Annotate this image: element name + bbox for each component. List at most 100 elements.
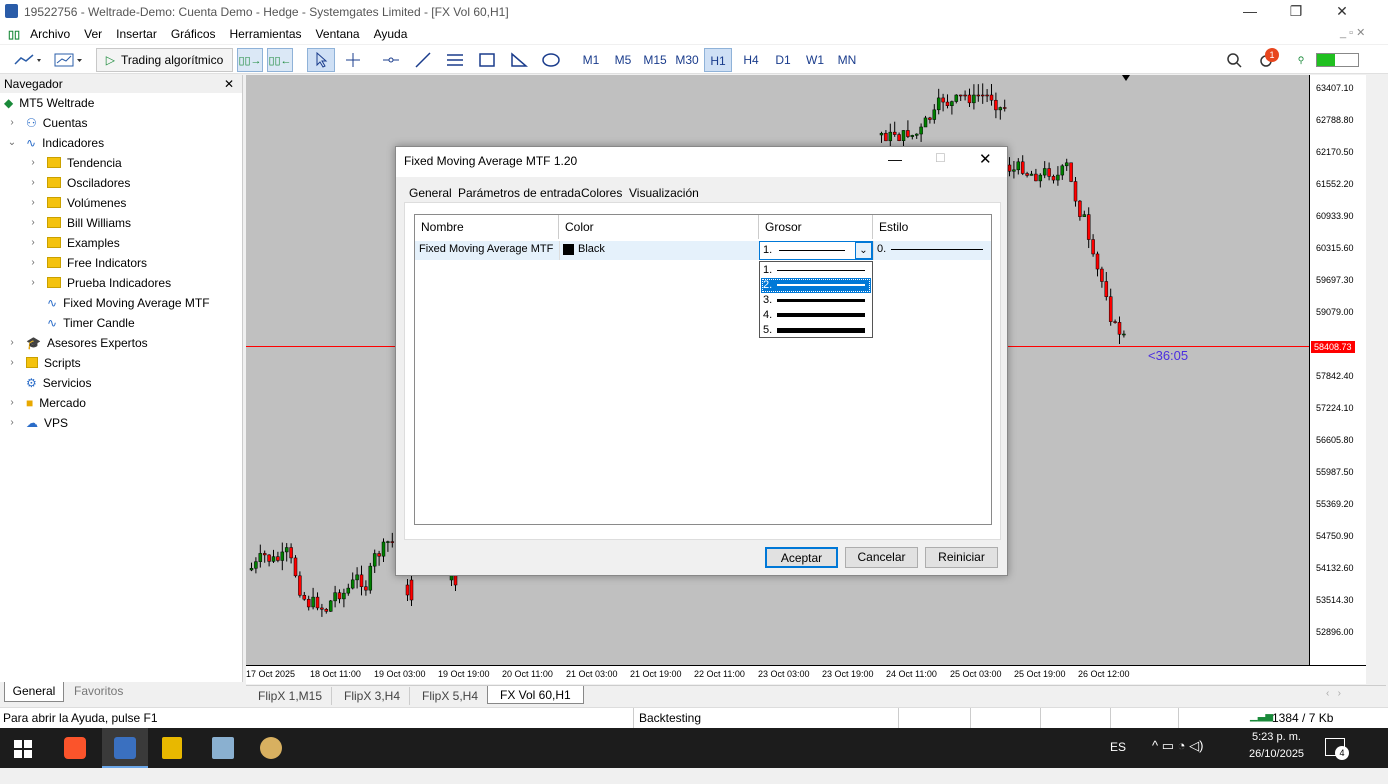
language-indicator[interactable]: ES	[1110, 740, 1126, 754]
grosor-combobox[interactable]: 1. ⌄	[759, 241, 873, 260]
chart-tab-active[interactable]: FX Vol 60,H1	[487, 686, 584, 704]
grosor-option-2-selected[interactable]: 2.	[761, 278, 871, 293]
dialog-tab-general[interactable]: General	[409, 186, 452, 200]
dialog-tab-parametros[interactable]: Parámetros de entrada	[458, 186, 581, 200]
timeframe-m5[interactable]: M5	[609, 48, 637, 72]
brave-browser-icon[interactable]	[64, 737, 86, 759]
expand-icon[interactable]: ›	[28, 177, 38, 188]
nav-bill-williams[interactable]: Bill Williams	[47, 213, 131, 233]
grosor-option-3[interactable]: 3.	[761, 293, 871, 308]
expand-icon[interactable]: ›	[7, 417, 17, 428]
menu-archivo[interactable]: Archivo	[30, 27, 70, 41]
nav-prueba-indicadores[interactable]: Prueba Indicadores	[47, 273, 171, 293]
chart-tab[interactable]: FlipX 1,M15	[246, 687, 334, 705]
dialog-tab-visualizacion[interactable]: Visualización	[629, 186, 699, 200]
channel-tool-icon[interactable]	[442, 48, 468, 72]
minimize-button[interactable]: —	[1227, 0, 1273, 24]
cursor-tool-icon[interactable]	[307, 48, 335, 72]
nav-osciladores[interactable]: Osciladores	[47, 173, 130, 193]
expand-icon[interactable]: ›	[7, 117, 17, 128]
timeframe-d1[interactable]: D1	[769, 48, 797, 72]
menu-graficos[interactable]: Gráficos	[171, 27, 216, 41]
expand-icon[interactable]: ›	[7, 357, 17, 368]
menu-insertar[interactable]: Insertar	[116, 27, 157, 41]
tab-scroll-arrows-icon[interactable]: ‹ ›	[1326, 688, 1341, 699]
expand-icon[interactable]: ›	[28, 277, 38, 288]
timeframe-h4[interactable]: H4	[737, 48, 765, 72]
restore-button[interactable]: ❐	[1273, 0, 1319, 24]
sublime-icon[interactable]	[162, 737, 182, 759]
nav-examples[interactable]: Examples	[47, 233, 120, 253]
price-axis[interactable]: 63407.10 62788.80 62170.50 61552.20 60933.90…	[1309, 75, 1366, 665]
navigator-close-button[interactable]: ✕	[224, 75, 234, 93]
table-row[interactable]: Fixed Moving Average MTF Black 1. ⌄ 0.	[415, 241, 991, 260]
notifications-icon[interactable]: 1	[1253, 48, 1281, 72]
expand-icon[interactable]: ›	[28, 197, 38, 208]
nav-vps[interactable]: ☁ VPS	[26, 413, 68, 433]
cancel-button[interactable]: Cancelar	[845, 547, 918, 568]
nav-mercado[interactable]: ■ Mercado	[26, 393, 86, 413]
windows-start-icon[interactable]	[14, 740, 32, 761]
timeframe-m15[interactable]: M15	[641, 48, 669, 72]
triangle-tool-icon[interactable]	[506, 48, 532, 72]
menu-ver[interactable]: Ver	[84, 27, 102, 41]
chevron-down-icon[interactable]: ⌄	[855, 242, 872, 259]
chart-tab[interactable]: FlipX 5,H4	[409, 687, 490, 705]
menu-ventana[interactable]: Ventana	[316, 27, 360, 41]
nav-free-indicators[interactable]: Free Indicators	[47, 253, 147, 273]
clock-date[interactable]: 26/10/2025	[1249, 748, 1304, 760]
mdi-controls-icon[interactable]: _ ▫ ✕	[1340, 26, 1365, 39]
menu-herramientas[interactable]: Herramientas	[230, 27, 302, 41]
color-swatch[interactable]	[563, 244, 574, 255]
autoscroll-button[interactable]: ▯▯→	[237, 48, 263, 72]
paint-icon[interactable]	[260, 737, 282, 759]
shapes-tool-icon[interactable]	[538, 48, 564, 72]
expand-icon[interactable]: ›	[28, 237, 38, 248]
time-axis[interactable]: 17 Oct 2025 18 Oct 11:00 19 Oct 03:00 19 Oc…	[246, 665, 1366, 684]
close-window-button[interactable]: ✕	[1319, 0, 1365, 24]
clock-time[interactable]: 5:23 p. m.	[1252, 731, 1301, 743]
menu-ayuda[interactable]: Ayuda	[374, 27, 408, 41]
chart-shift-button[interactable]: ▯▯←	[267, 48, 293, 72]
nav-volumenes[interactable]: Volúmenes	[47, 193, 126, 213]
metatrader-taskbar-button[interactable]	[102, 728, 148, 768]
nav-asesores-expertos[interactable]: 🎓 Asesores Expertos	[26, 333, 148, 353]
nav-servicios[interactable]: ⚙ Servicios	[26, 373, 91, 393]
file-explorer-icon[interactable]	[212, 737, 234, 759]
timeframe-m1[interactable]: M1	[577, 48, 605, 72]
chart-type-button[interactable]	[50, 48, 88, 72]
rectangle-tool-icon[interactable]	[474, 48, 500, 72]
navigator-root[interactable]: ◆ MT5 Weltrade	[4, 93, 94, 113]
timeframe-m30[interactable]: M30	[673, 48, 701, 72]
tray-icons[interactable]: ^ ▭ ◔ ◁)	[1152, 738, 1203, 754]
nav-timer-candle[interactable]: ∿ Timer Candle	[47, 313, 135, 333]
hline-tool-icon[interactable]	[378, 48, 404, 72]
grosor-option-4[interactable]: 4.	[761, 308, 871, 323]
expand-icon[interactable]: ›	[7, 337, 17, 348]
accept-button[interactable]: Aceptar	[765, 547, 838, 568]
nav-tab-general[interactable]: General	[4, 682, 64, 702]
timeframe-mn[interactable]: MN	[833, 48, 861, 72]
grosor-option-1[interactable]: 1.	[761, 263, 871, 278]
indicators-list-button[interactable]	[10, 48, 46, 72]
estilo-value[interactable]: 0.	[877, 243, 886, 255]
chart-tab[interactable]: FlipX 3,H4	[331, 687, 412, 705]
action-center-icon[interactable]: 4	[1325, 738, 1349, 760]
crosshair-tool-icon[interactable]	[340, 48, 366, 72]
nav-cuentas[interactable]: ⚇ Cuentas	[26, 113, 87, 133]
grosor-option-5[interactable]: 5.	[761, 323, 871, 338]
reset-button[interactable]: Reiniciar	[925, 547, 998, 568]
trendline-tool-icon[interactable]	[410, 48, 436, 72]
nav-tab-favoritos[interactable]: Favoritos	[74, 684, 123, 698]
collapse-icon[interactable]: ⌄	[7, 137, 17, 148]
row-color-name[interactable]: Black	[578, 243, 605, 255]
timeframe-w1[interactable]: W1	[801, 48, 829, 72]
expand-icon[interactable]: ›	[28, 257, 38, 268]
timeframe-h1[interactable]: H1	[704, 48, 732, 72]
nav-scripts[interactable]: Scripts	[26, 353, 81, 373]
expand-icon[interactable]: ›	[7, 397, 17, 408]
nav-tendencia[interactable]: Tendencia	[47, 153, 122, 173]
dialog-close-button[interactable]: ✕	[979, 150, 992, 168]
nav-indicadores[interactable]: ∿ Indicadores	[26, 133, 104, 153]
dialog-minimize-button[interactable]: —	[888, 151, 902, 167]
